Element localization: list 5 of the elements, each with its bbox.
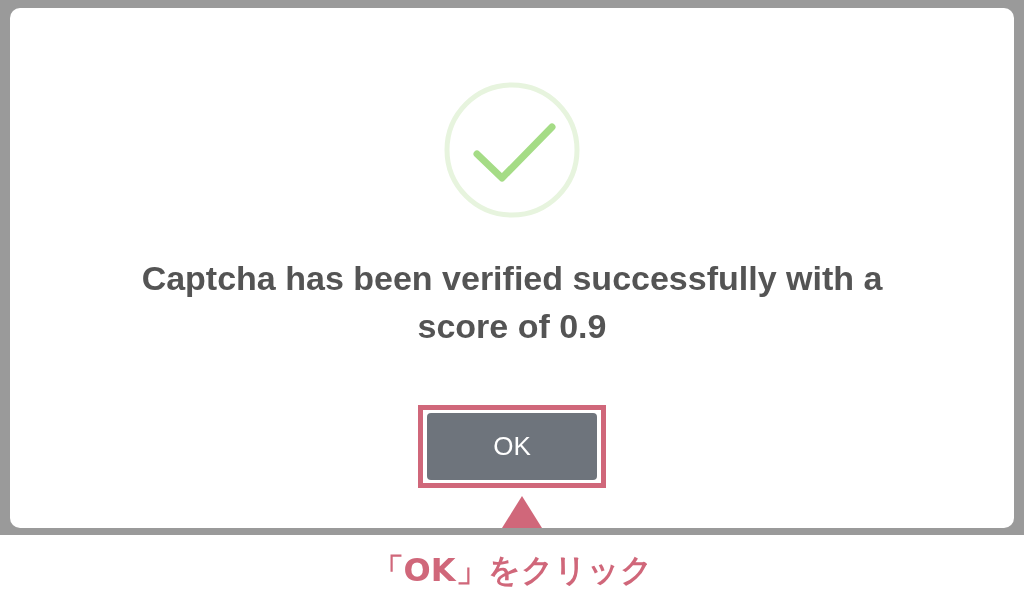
dialog-message: Captcha has been verified successfully with a score of 0.9 bbox=[140, 258, 884, 347]
success-check-icon bbox=[444, 82, 580, 218]
annotation-caption: 「OK」をクリック bbox=[371, 550, 653, 591]
ok-button[interactable]: OK bbox=[427, 413, 597, 480]
pointer-triangle-icon bbox=[502, 496, 542, 528]
